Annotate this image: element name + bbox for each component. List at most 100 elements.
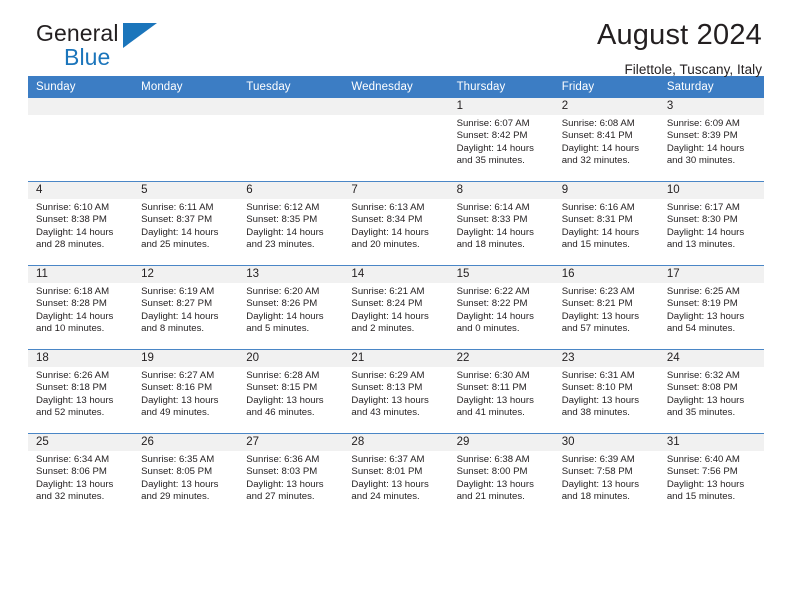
calendar-day-cell[interactable]: 10 Sunrise: 6:17 AM Sunset: 8:30 PM Dayligh… <box>658 181 764 266</box>
logo-text-general: General <box>36 20 119 46</box>
day-detail-daylight2: and 32 minutes. <box>36 490 105 502</box>
day-detail-sunrise: Sunrise: 6:20 AM <box>246 286 320 297</box>
day-details: Sunrise: 6:07 AM Sunset: 8:42 PM Daylight:… <box>449 115 554 167</box>
calendar-day-cell[interactable]: 30 Sunrise: 6:39 AM Sunset: 7:58 PM Dayligh… <box>553 433 659 517</box>
day-number: 28 <box>343 434 449 451</box>
calendar-day-cell[interactable]: 18 Sunrise: 6:26 AM Sunset: 8:18 PM Dayligh… <box>28 349 134 434</box>
calendar-day-cell[interactable]: 16 Sunrise: 6:23 AM Sunset: 8:21 PM Dayligh… <box>553 265 659 350</box>
day-detail-sunset: Sunset: 8:41 PM <box>561 130 633 142</box>
calendar-day-cell[interactable] <box>28 98 134 182</box>
day-detail-sunrise: Sunrise: 6:18 AM <box>36 286 110 297</box>
day-detail-sunrise: Sunrise: 6:21 AM <box>351 286 425 297</box>
calendar-day: 24 Sunrise: 6:32 AM Sunset: 8:08 PM Dayligh… <box>658 350 764 433</box>
day-detail-sunrise: Sunrise: 6:26 AM <box>36 370 110 381</box>
day-details: Sunrise: 6:39 AM Sunset: 7:58 PM Daylight:… <box>554 451 659 503</box>
day-detail-daylight1: Daylight: 14 hours <box>561 226 640 238</box>
day-number <box>238 98 344 115</box>
calendar-day-cell[interactable]: 31 Sunrise: 6:40 AM Sunset: 7:56 PM Dayligh… <box>658 433 764 517</box>
general-blue-logo[interactable]: General Blue <box>28 22 228 76</box>
day-detail-daylight1: Daylight: 13 hours <box>246 394 324 406</box>
calendar-day-cell[interactable]: 12 Sunrise: 6:19 AM Sunset: 8:27 PM Dayligh… <box>133 265 239 350</box>
day-detail-daylight2: and 15 minutes. <box>666 490 736 502</box>
day-number <box>28 98 134 115</box>
day-number: 19 <box>133 350 239 367</box>
calendar-day-cell[interactable]: 21 Sunrise: 6:29 AM Sunset: 8:13 PM Dayligh… <box>343 349 449 434</box>
day-detail-sunset: Sunset: 8:19 PM <box>666 298 738 310</box>
calendar-day-cell[interactable]: 5 Sunrise: 6:11 AM Sunset: 8:37 PM Daylight… <box>133 181 239 266</box>
calendar-day-cell[interactable] <box>343 98 449 182</box>
day-detail-sunset: Sunset: 8:24 PM <box>351 298 423 310</box>
calendar-day: 16 Sunrise: 6:23 AM Sunset: 8:21 PM Dayligh… <box>553 266 659 349</box>
calendar-day: 20 Sunrise: 6:28 AM Sunset: 8:15 PM Dayligh… <box>238 350 344 433</box>
day-detail-sunrise: Sunrise: 6:13 AM <box>351 202 425 213</box>
day-detail-daylight1: Daylight: 14 hours <box>456 142 534 154</box>
calendar-day-cell[interactable] <box>238 98 344 182</box>
day-number: 16 <box>553 266 659 283</box>
day-detail-daylight2: and 18 minutes. <box>561 490 630 502</box>
day-detail-daylight2: and 20 minutes. <box>351 238 420 250</box>
day-number <box>133 98 239 115</box>
day-number: 6 <box>238 182 344 199</box>
calendar-day-cell[interactable]: 29 Sunrise: 6:38 AM Sunset: 8:00 PM Dayligh… <box>448 433 554 517</box>
calendar-day-cell[interactable]: 25 Sunrise: 6:34 AM Sunset: 8:06 PM Dayligh… <box>28 433 134 517</box>
day-details: Sunrise: 6:19 AM Sunset: 8:27 PM Daylight:… <box>133 283 238 335</box>
day-number: 7 <box>343 182 449 199</box>
day-detail-daylight2: and 30 minutes. <box>666 154 736 166</box>
day-detail-daylight1: Daylight: 13 hours <box>351 394 429 406</box>
calendar-day: 30 Sunrise: 6:39 AM Sunset: 7:58 PM Dayligh… <box>553 434 659 517</box>
calendar-day-cell[interactable]: 3 Sunrise: 6:09 AM Sunset: 8:39 PM Daylight… <box>658 98 764 182</box>
day-number: 31 <box>658 434 764 451</box>
calendar-day: 14 Sunrise: 6:21 AM Sunset: 8:24 PM Dayligh… <box>343 266 449 349</box>
day-detail-sunrise: Sunrise: 6:09 AM <box>666 118 740 129</box>
logo-text-blue: Blue <box>64 44 111 70</box>
day-detail-daylight1: Daylight: 14 hours <box>246 310 324 322</box>
day-detail-daylight1: Daylight: 13 hours <box>666 478 745 490</box>
calendar-day-cell[interactable]: 22 Sunrise: 6:30 AM Sunset: 8:11 PM Dayligh… <box>448 349 554 434</box>
day-detail-daylight1: Daylight: 13 hours <box>456 394 534 406</box>
day-detail-sunset: Sunset: 8:18 PM <box>36 382 107 394</box>
calendar-day-cell[interactable]: 19 Sunrise: 6:27 AM Sunset: 8:16 PM Dayligh… <box>133 349 239 434</box>
calendar-day-cell[interactable]: 27 Sunrise: 6:36 AM Sunset: 8:03 PM Dayligh… <box>238 433 344 517</box>
calendar-day-cell[interactable]: 17 Sunrise: 6:25 AM Sunset: 8:19 PM Dayligh… <box>658 265 764 350</box>
calendar-day-cell[interactable]: 14 Sunrise: 6:21 AM Sunset: 8:24 PM Dayligh… <box>343 265 449 350</box>
day-detail-daylight1: Daylight: 14 hours <box>36 226 114 238</box>
calendar-day-cell[interactable]: 6 Sunrise: 6:12 AM Sunset: 8:35 PM Daylight… <box>238 181 344 266</box>
day-details: Sunrise: 6:26 AM Sunset: 8:18 PM Daylight:… <box>28 367 133 419</box>
day-detail-sunset: Sunset: 8:16 PM <box>141 382 213 394</box>
day-detail-daylight1: Daylight: 14 hours <box>456 226 534 238</box>
day-number: 14 <box>343 266 449 283</box>
calendar-day-cell[interactable]: 7 Sunrise: 6:13 AM Sunset: 8:34 PM Daylight… <box>343 181 449 266</box>
day-detail-daylight1: Daylight: 14 hours <box>141 310 219 322</box>
day-detail-daylight1: Daylight: 13 hours <box>561 394 640 406</box>
day-detail-sunset: Sunset: 8:26 PM <box>246 298 318 310</box>
calendar-day-cell[interactable]: 1 Sunrise: 6:07 AM Sunset: 8:42 PM Daylight… <box>448 98 554 182</box>
calendar-day-cell[interactable]: 13 Sunrise: 6:20 AM Sunset: 8:26 PM Dayligh… <box>238 265 344 350</box>
day-number: 27 <box>238 434 344 451</box>
day-detail-daylight1: Daylight: 13 hours <box>246 478 324 490</box>
day-number: 24 <box>658 350 764 367</box>
day-details: Sunrise: 6:35 AM Sunset: 8:05 PM Daylight:… <box>133 451 238 503</box>
calendar-day-cell[interactable]: 28 Sunrise: 6:37 AM Sunset: 8:01 PM Dayligh… <box>343 433 449 517</box>
calendar-day-cell[interactable]: 11 Sunrise: 6:18 AM Sunset: 8:28 PM Dayligh… <box>28 265 134 350</box>
day-detail-sunset: Sunset: 8:21 PM <box>561 298 633 310</box>
day-detail-daylight2: and 35 minutes. <box>456 154 525 166</box>
day-number: 22 <box>448 350 554 367</box>
calendar-day-cell[interactable] <box>133 98 239 182</box>
day-detail-sunrise: Sunrise: 6:16 AM <box>561 202 635 213</box>
calendar-day-cell[interactable]: 20 Sunrise: 6:28 AM Sunset: 8:15 PM Dayligh… <box>238 349 344 434</box>
day-number: 26 <box>133 434 239 451</box>
day-detail-sunrise: Sunrise: 6:31 AM <box>561 370 635 381</box>
day-detail-daylight1: Daylight: 14 hours <box>246 226 324 238</box>
day-details: Sunrise: 6:10 AM Sunset: 8:38 PM Daylight:… <box>28 199 133 251</box>
calendar-day-cell[interactable]: 24 Sunrise: 6:32 AM Sunset: 8:08 PM Dayligh… <box>658 349 764 434</box>
calendar-day-cell[interactable]: 8 Sunrise: 6:14 AM Sunset: 8:33 PM Daylight… <box>448 181 554 266</box>
calendar-day-cell[interactable]: 2 Sunrise: 6:08 AM Sunset: 8:41 PM Daylight… <box>553 98 659 182</box>
day-detail-sunrise: Sunrise: 6:10 AM <box>36 202 110 213</box>
calendar-day-cell[interactable]: 23 Sunrise: 6:31 AM Sunset: 8:10 PM Dayligh… <box>553 349 659 434</box>
calendar-day-cell[interactable]: 15 Sunrise: 6:22 AM Sunset: 8:22 PM Dayligh… <box>448 265 554 350</box>
title-block: August 2024 Filettole, Tuscany, Italy <box>597 19 764 77</box>
day-detail-daylight1: Daylight: 14 hours <box>36 310 114 322</box>
calendar-day-cell[interactable]: 4 Sunrise: 6:10 AM Sunset: 8:38 PM Daylight… <box>28 181 134 266</box>
calendar-day-cell[interactable]: 26 Sunrise: 6:35 AM Sunset: 8:05 PM Dayligh… <box>133 433 239 517</box>
calendar-day-cell[interactable]: 9 Sunrise: 6:16 AM Sunset: 8:31 PM Daylight… <box>553 181 659 266</box>
